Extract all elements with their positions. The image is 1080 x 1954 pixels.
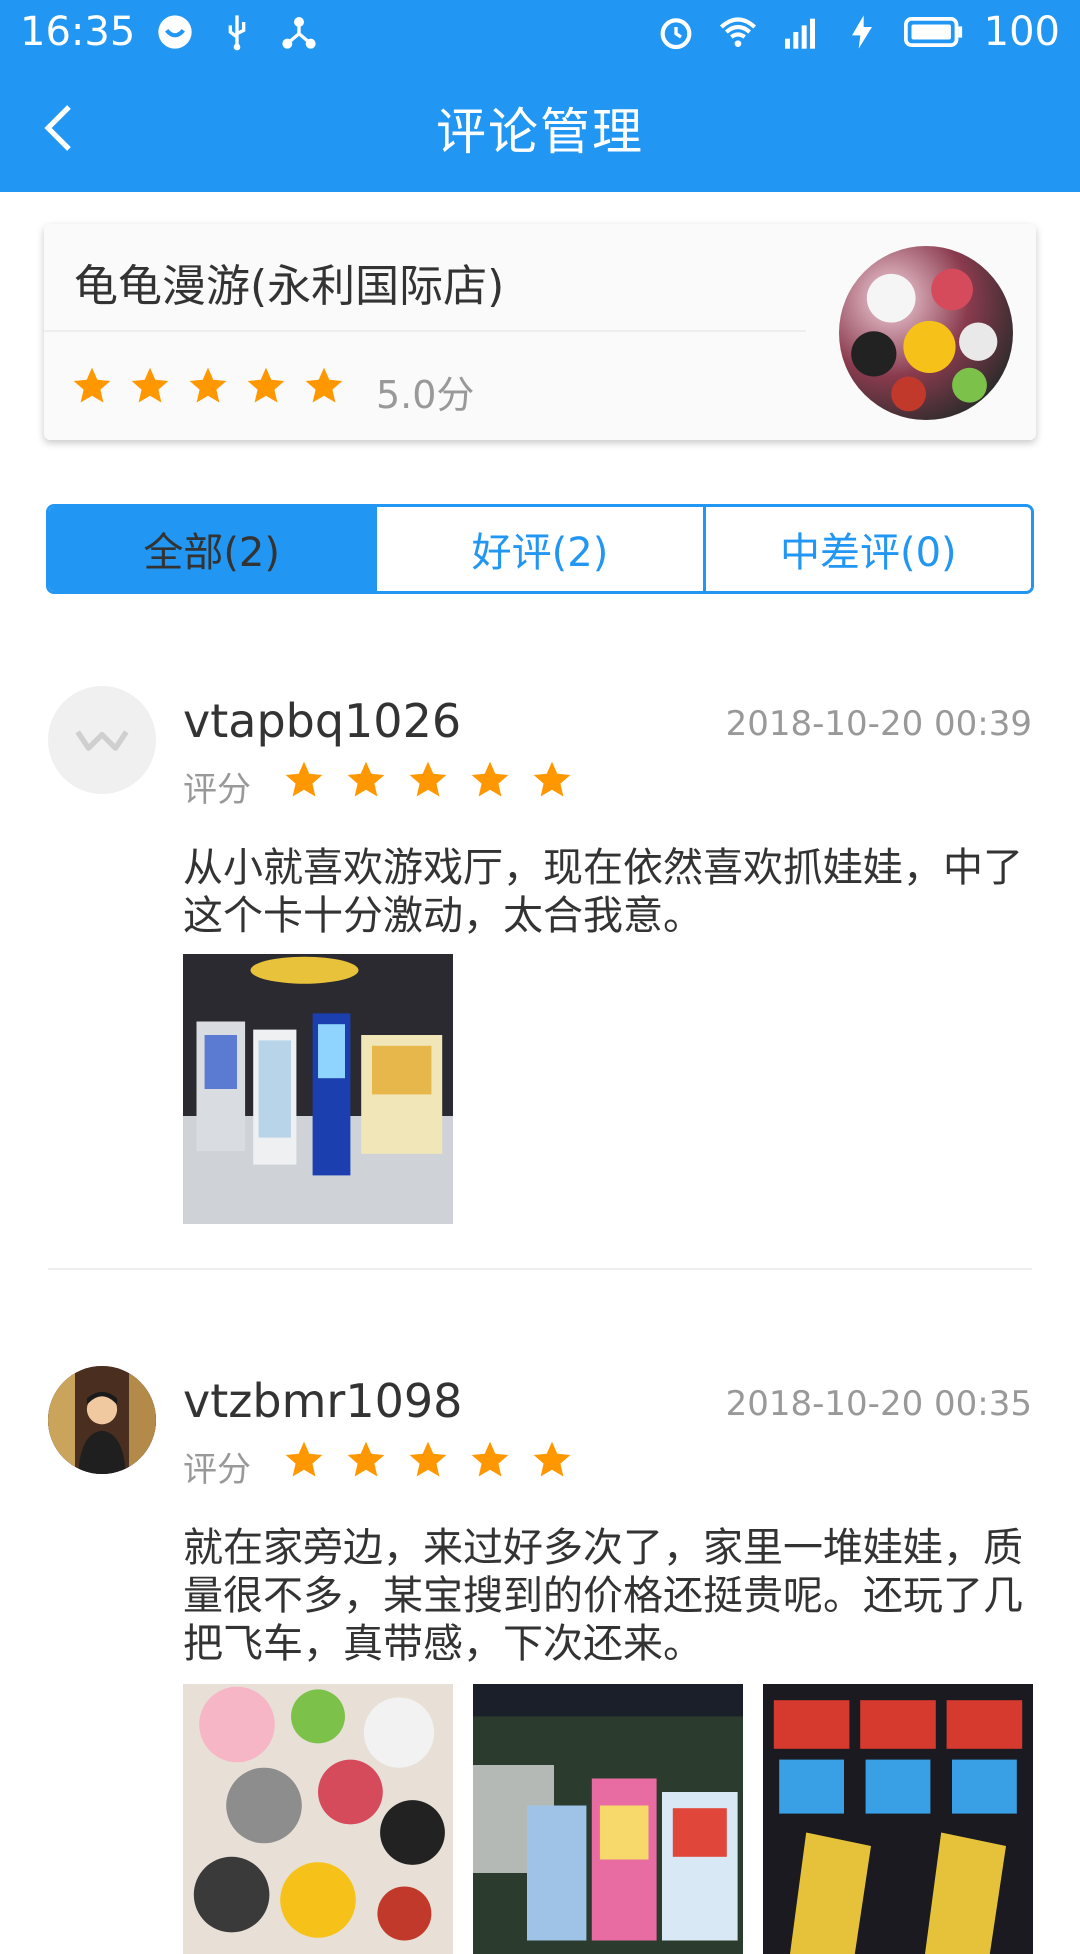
star-icon: [471, 761, 509, 797]
star-icon: [533, 1441, 571, 1477]
review-stars: [282, 1438, 574, 1482]
battery-icon: [902, 10, 966, 54]
avatar[interactable]: [48, 686, 156, 794]
back-button[interactable]: [20, 86, 104, 170]
tab-all[interactable]: 全部(2): [49, 507, 375, 591]
star-icon: [247, 367, 285, 403]
review-time: 2018-10-20 00:39: [725, 704, 1032, 744]
store-divider: [44, 330, 806, 332]
chevron-left-icon: [44, 105, 71, 151]
review-username: vtzbmr1098: [183, 1374, 463, 1428]
app-notification-icon: [153, 10, 197, 54]
star-icon: [347, 1441, 385, 1477]
star-icon: [409, 761, 447, 797]
tab-good[interactable]: 好评(2): [374, 507, 703, 591]
wifi-icon: [716, 10, 760, 54]
rating-label: 评分: [183, 770, 251, 810]
review-filter-tabs: 全部(2) 好评(2) 中差评(0): [46, 504, 1034, 594]
star-icon: [533, 761, 571, 797]
star-icon: [471, 1441, 509, 1477]
signal-icon: [778, 10, 822, 54]
review-image[interactable]: [183, 954, 453, 1224]
review-text: 就在家旁边，来过好多次了，家里一堆娃娃，质量很不多，某宝搜到的价格还挺贵呢。还玩…: [183, 1525, 1023, 1667]
review-username: vtapbq1026: [183, 694, 462, 748]
battery-level: 100: [983, 9, 1060, 55]
review-image[interactable]: [473, 1684, 743, 1954]
store-name: 龟龟漫游(永利国际店): [74, 261, 505, 312]
store-card[interactable]: 龟龟漫游(永利国际店) 5.0分: [44, 224, 1036, 440]
star-icon: [305, 367, 343, 403]
app-bar: 评论管理: [0, 64, 1080, 192]
star-icon: [285, 761, 323, 797]
share-node-icon: [277, 10, 321, 54]
review-time: 2018-10-20 00:35: [725, 1384, 1032, 1424]
alarm-icon: [654, 10, 698, 54]
avatar[interactable]: [48, 1366, 156, 1474]
star-icon: [131, 367, 169, 403]
status-bar: 16:35 100: [0, 0, 1080, 64]
page-title: 评论管理: [436, 103, 644, 161]
star-icon: [285, 1441, 323, 1477]
rating-label: 评分: [183, 1450, 251, 1490]
charging-icon: [840, 10, 884, 54]
star-icon: [189, 367, 227, 403]
review-divider: [48, 1268, 1032, 1270]
review-image[interactable]: [183, 1684, 453, 1954]
star-icon: [347, 761, 385, 797]
usb-icon: [215, 10, 259, 54]
review-text: 从小就喜欢游戏厅，现在依然喜欢抓娃娃，中了这个卡十分激动，太合我意。: [183, 845, 1023, 939]
star-icon: [73, 367, 111, 403]
review-image[interactable]: [763, 1684, 1033, 1954]
status-time: 16:35: [20, 9, 136, 55]
tab-medium-bad[interactable]: 中差评(0): [702, 507, 1031, 591]
store-thumbnail[interactable]: [839, 246, 1013, 420]
review-stars: [282, 758, 574, 802]
default-avatar-icon: [75, 730, 129, 751]
store-score: 5.0分: [376, 373, 475, 417]
store-rating-stars: [70, 364, 346, 408]
star-icon: [409, 1441, 447, 1477]
